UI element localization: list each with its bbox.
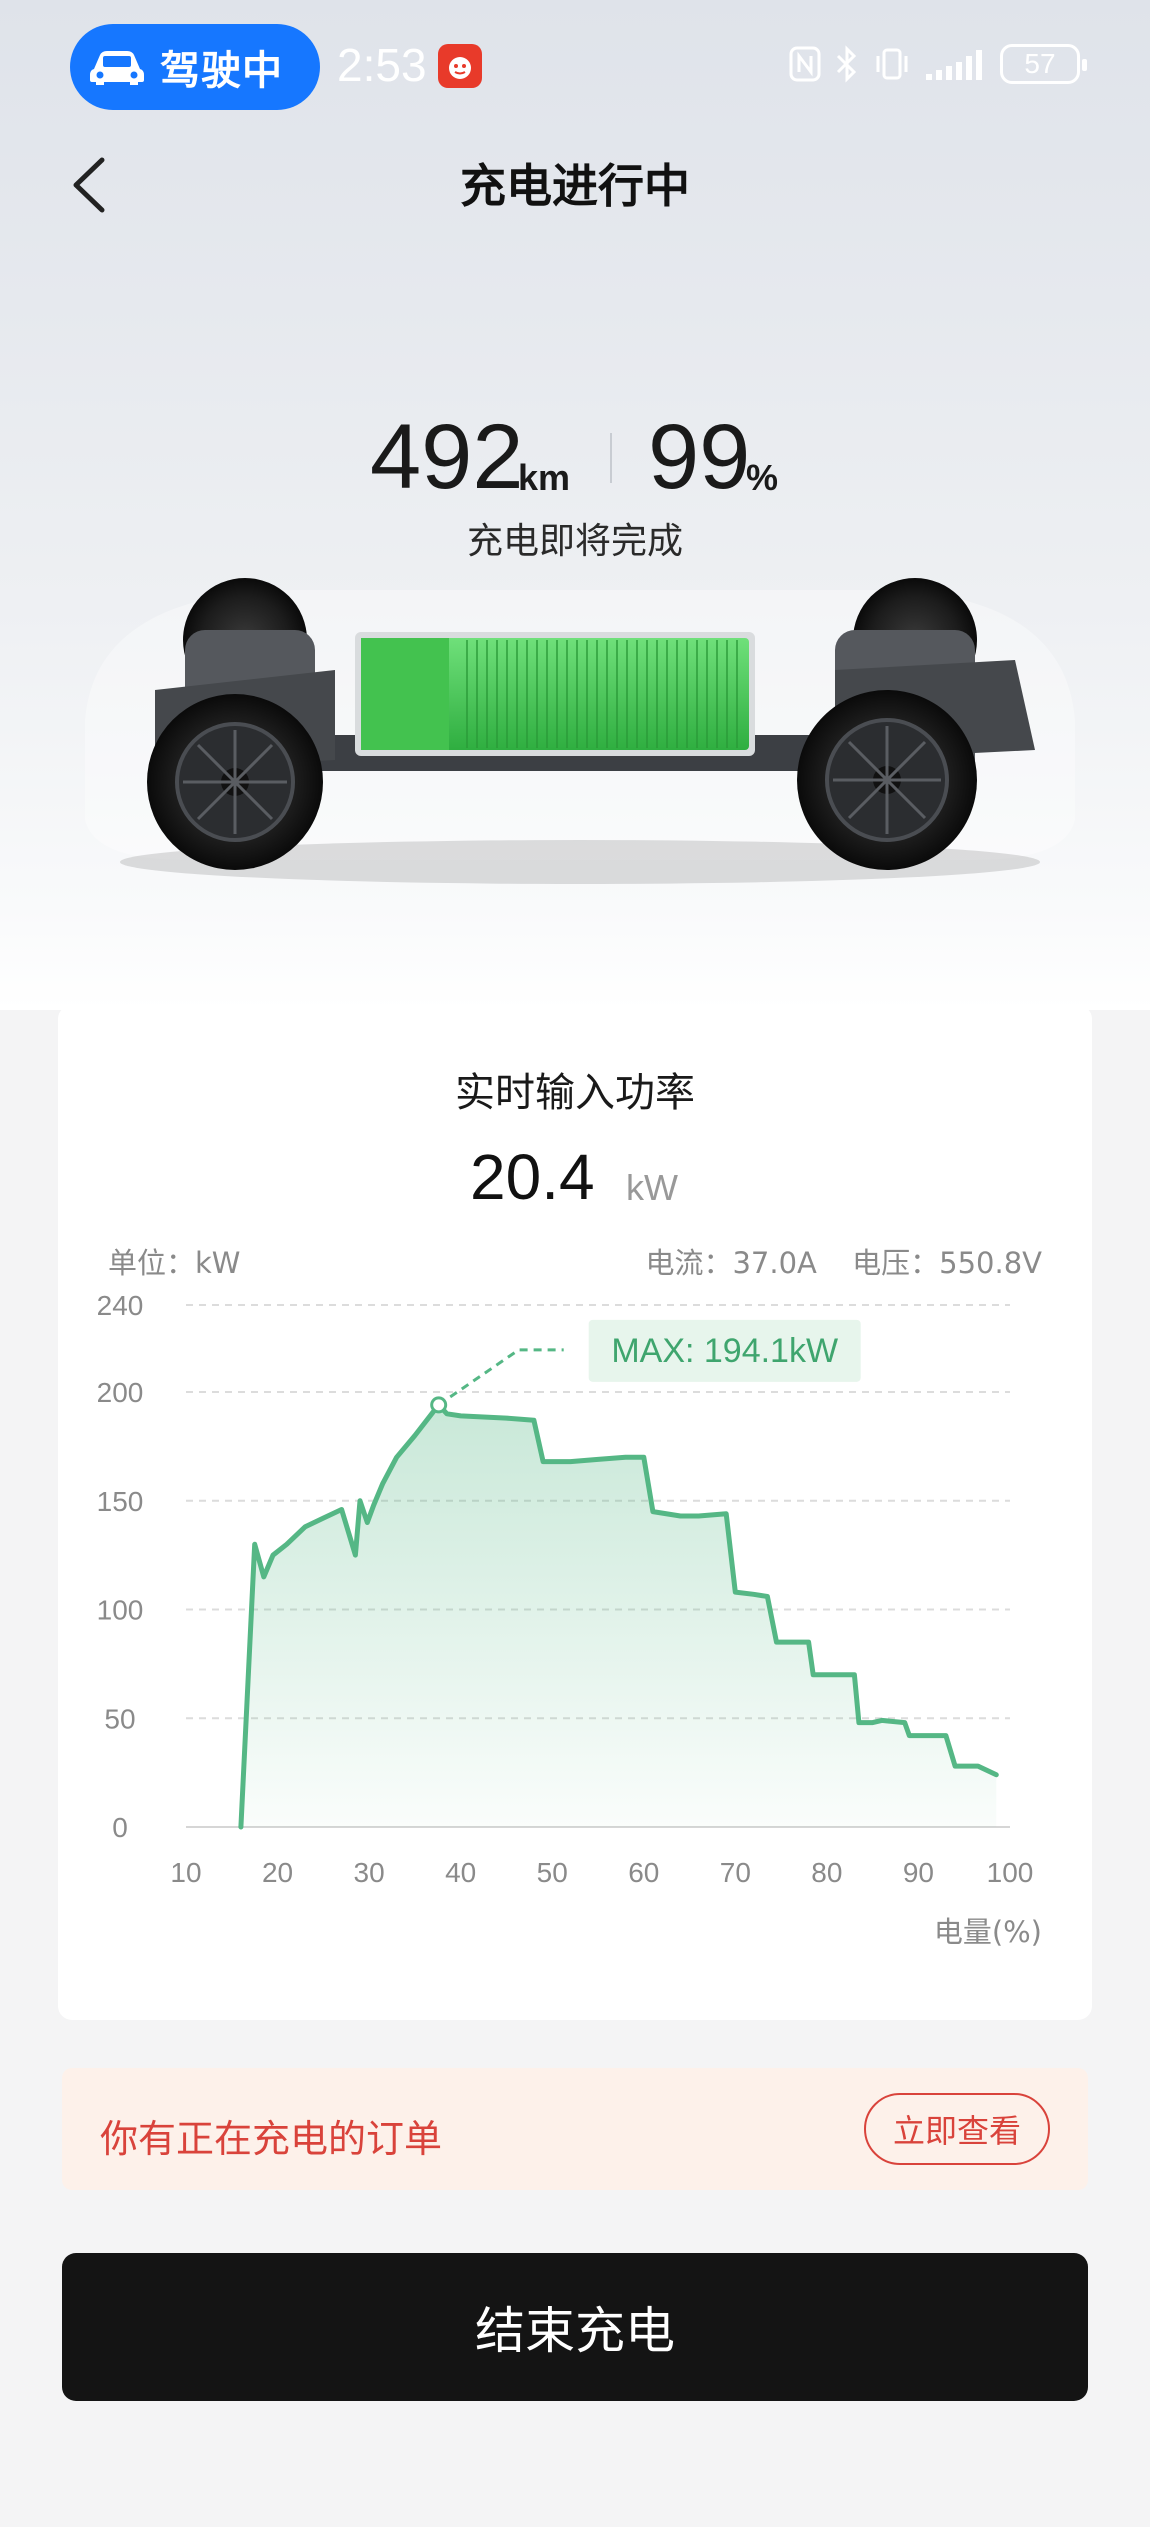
range-value: 492 <box>370 406 524 508</box>
stats-divider <box>610 433 612 483</box>
charge-summary: 492 km 99 % <box>0 405 1150 525</box>
y-tick-label: 200 <box>97 1377 144 1408</box>
power-area <box>240 1404 997 1827</box>
bluetooth-icon <box>836 45 857 83</box>
signal-icon <box>926 50 982 80</box>
y-tick-label: 0 <box>112 1812 128 1843</box>
end-charging-button[interactable]: 结束充电 <box>62 2253 1088 2401</box>
battery-icon: 57 <box>1000 44 1087 84</box>
status-time: 2:53 <box>337 39 427 91</box>
soc-unit: % <box>746 457 779 498</box>
x-axis-label: 电量(%) <box>934 1915 1042 1949</box>
driving-mode-pill[interactable]: 驾驶中 <box>70 24 320 110</box>
x-tick-label: 10 <box>170 1857 201 1888</box>
x-tick-label: 60 <box>628 1857 659 1888</box>
driving-label: 驾驶中 <box>160 48 283 94</box>
soc-value: 99 <box>648 406 751 508</box>
nfc-icon <box>789 46 821 82</box>
vehicle-chassis-illustration <box>85 578 1075 884</box>
max-point-marker <box>430 1396 448 1414</box>
max-label: MAX: 194.1kW <box>611 1332 838 1370</box>
x-tick-label: 70 <box>720 1857 751 1888</box>
y-tick-label: 150 <box>97 1486 144 1517</box>
x-tick-label: 30 <box>354 1857 385 1888</box>
charge-status-text: 充电即将完成 <box>466 521 683 562</box>
page-title: 充电进行中 <box>460 159 690 213</box>
power-chart-card: 实时输入功率 20.4 kW 单位：kW 电流：37.0A 电压：550.8V … <box>58 1005 1092 2020</box>
x-tick-label: 40 <box>445 1857 476 1888</box>
x-tick-label: 90 <box>903 1857 934 1888</box>
status-icons: 57 <box>788 44 1087 84</box>
max-leader-line <box>437 1348 564 1407</box>
power-chart: 0 50 100 150 200 240 10 20 30 40 50 60 70 80 90 100 电量(%… <box>97 1290 1042 1949</box>
app-notification-icon <box>438 44 482 88</box>
vibrate-icon <box>876 48 908 80</box>
x-tick-label: 50 <box>537 1857 568 1888</box>
car-icon <box>90 51 144 85</box>
active-order-banner: 你有正在充电的订单 立即查看 <box>62 2068 1088 2190</box>
range-unit: km <box>518 457 571 498</box>
y-tick-label: 100 <box>97 1595 144 1626</box>
y-tick-label: 240 <box>97 1290 144 1321</box>
x-tick-label: 80 <box>811 1857 842 1888</box>
x-tick-label: 100 <box>987 1857 1034 1888</box>
view-order-button[interactable]: 立即查看 <box>864 2093 1050 2165</box>
active-order-text: 你有正在充电的订单 <box>100 2117 443 2161</box>
x-tick-label: 20 <box>262 1857 293 1888</box>
status-bar: 驾驶中 2:53 57 <box>0 0 1150 130</box>
y-tick-label: 50 <box>104 1703 135 1734</box>
